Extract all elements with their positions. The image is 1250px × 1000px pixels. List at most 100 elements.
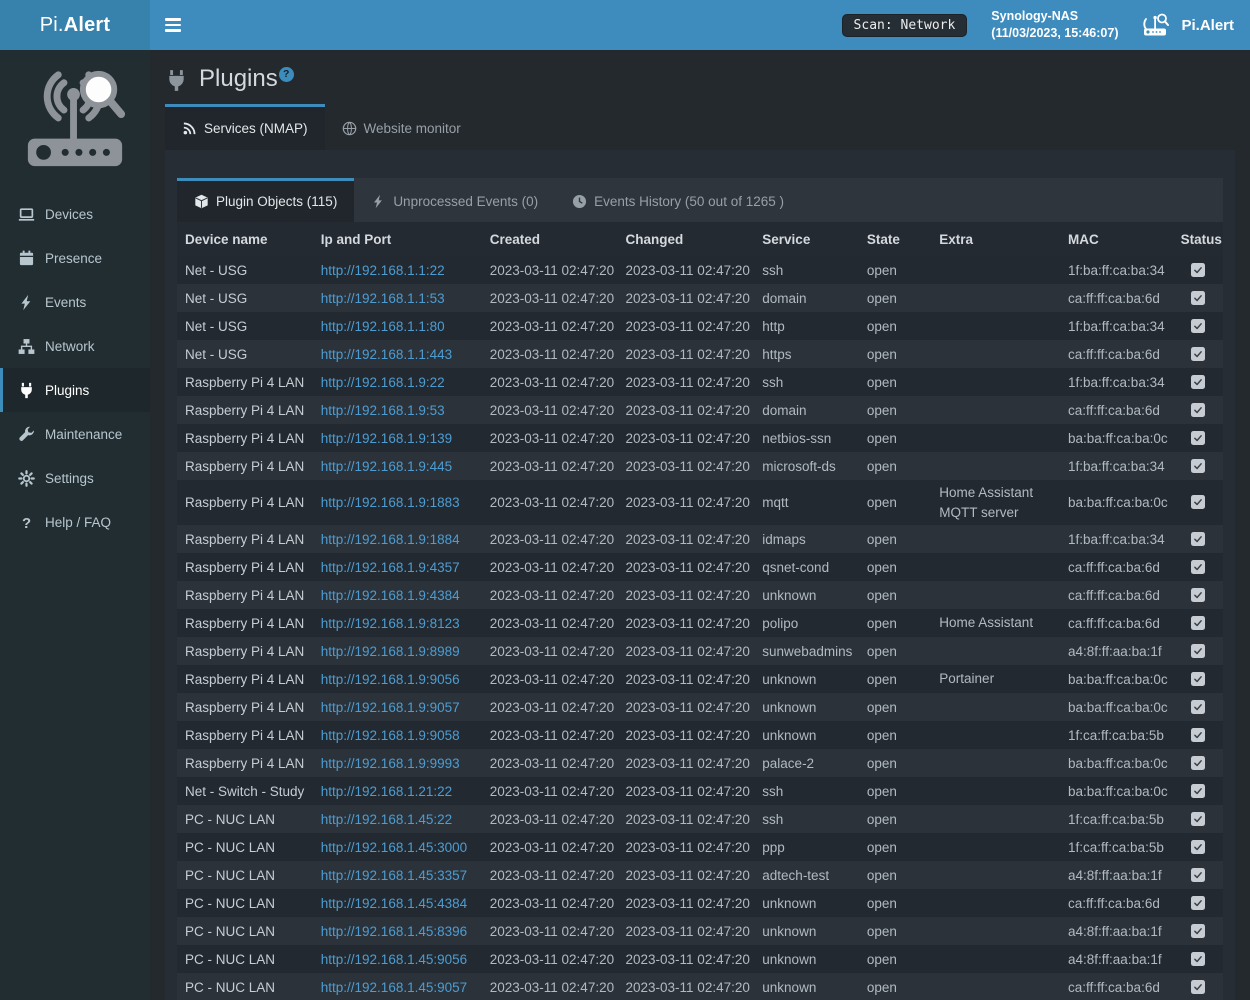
status-checkbox[interactable]	[1191, 672, 1205, 686]
status-checkbox[interactable]	[1191, 375, 1205, 389]
ip-port-link[interactable]: http://192.168.1.9:1883	[321, 495, 460, 510]
status-checkbox[interactable]	[1191, 291, 1205, 305]
status-checkbox[interactable]	[1191, 495, 1205, 509]
service-cell: adtech-test	[754, 861, 859, 889]
status-checkbox[interactable]	[1191, 403, 1205, 417]
ip-port-link[interactable]: http://192.168.1.9:22	[321, 375, 445, 390]
subtab-events-history-50-out-of-1265[interactable]: Events History (50 out of 1265 )	[555, 178, 801, 222]
subtab-unprocessed-events-0[interactable]: Unprocessed Events (0)	[354, 178, 555, 222]
tab-label: Website monitor	[364, 121, 461, 136]
ip-port-link[interactable]: http://192.168.1.9:139	[321, 431, 452, 446]
ip-port-link[interactable]: http://192.168.1.45:3357	[321, 868, 467, 883]
ip-port-link[interactable]: http://192.168.1.9:9058	[321, 728, 460, 743]
ip-port-link[interactable]: http://192.168.1.9:9057	[321, 700, 460, 715]
ip-port-link[interactable]: http://192.168.1.1:443	[321, 347, 452, 362]
page-title: Plugins?	[199, 62, 294, 96]
table-header-row: Device nameIp and PortCreatedChangedServ…	[177, 222, 1223, 256]
status-cell	[1173, 284, 1223, 312]
ip-port-link[interactable]: http://192.168.1.45:3000	[321, 840, 467, 855]
table-row: Raspberry Pi 4 LANhttp://192.168.1.9:905…	[177, 665, 1223, 693]
sidebar-item-presence[interactable]: Presence	[0, 236, 150, 280]
status-checkbox[interactable]	[1191, 896, 1205, 910]
changed-cell: 2023-03-11 02:47:20	[618, 581, 755, 609]
help-badge[interactable]: ?	[279, 67, 294, 82]
status-checkbox[interactable]	[1191, 952, 1205, 966]
ip-port-cell: http://192.168.1.21:22	[313, 777, 482, 805]
status-checkbox[interactable]	[1191, 263, 1205, 277]
sidebar-item-maintenance[interactable]: Maintenance	[0, 412, 150, 456]
service-cell: unknown	[754, 889, 859, 917]
status-checkbox[interactable]	[1191, 840, 1205, 854]
column-header-changed[interactable]: Changed	[618, 222, 755, 256]
status-checkbox[interactable]	[1191, 728, 1205, 742]
ip-port-link[interactable]: http://192.168.1.9:9993	[321, 756, 460, 771]
status-checkbox[interactable]	[1191, 700, 1205, 714]
table-row: Raspberry Pi 4 LANhttp://192.168.1.9:905…	[177, 721, 1223, 749]
status-checkbox[interactable]	[1191, 319, 1205, 333]
sidebar-item-settings[interactable]: Settings	[0, 456, 150, 500]
status-checkbox[interactable]	[1191, 616, 1205, 630]
status-checkbox[interactable]	[1191, 588, 1205, 602]
app-brand[interactable]: Pi.Alert	[1142, 13, 1234, 37]
ip-port-link[interactable]: http://192.168.1.9:53	[321, 403, 445, 418]
status-checkbox[interactable]	[1191, 980, 1205, 994]
status-checkbox[interactable]	[1191, 924, 1205, 938]
status-checkbox[interactable]	[1191, 784, 1205, 798]
column-header-extra[interactable]: Extra	[931, 222, 1060, 256]
ip-port-link[interactable]: http://192.168.1.1:80	[321, 319, 445, 334]
table-row: Net - USGhttp://192.168.1.1:802023-03-11…	[177, 312, 1223, 340]
sidebar-item-label: Network	[45, 339, 95, 354]
sidebar-item-network[interactable]: Network	[0, 324, 150, 368]
status-cell	[1173, 340, 1223, 368]
tab-services-nmap[interactable]: Services (NMAP)	[165, 104, 325, 150]
sidebar-item-plugins[interactable]: Plugins	[0, 368, 150, 412]
column-header-status[interactable]: Status	[1173, 222, 1223, 256]
status-checkbox[interactable]	[1191, 532, 1205, 546]
status-checkbox[interactable]	[1191, 459, 1205, 473]
sidebar-item-devices[interactable]: Devices	[0, 192, 150, 236]
mac-cell: a4:8f:ff:aa:ba:1f	[1060, 861, 1173, 889]
state-cell: open	[859, 284, 931, 312]
column-header-ip-and-port[interactable]: Ip and Port	[313, 222, 482, 256]
ip-port-link[interactable]: http://192.168.1.9:4357	[321, 560, 460, 575]
status-checkbox[interactable]	[1191, 347, 1205, 361]
status-checkbox[interactable]	[1191, 812, 1205, 826]
ip-port-link[interactable]: http://192.168.1.1:22	[321, 263, 445, 278]
column-header-device-name[interactable]: Device name	[177, 222, 313, 256]
ip-port-link[interactable]: http://192.168.1.45:9057	[321, 980, 467, 995]
ip-port-link[interactable]: http://192.168.1.21:22	[321, 784, 452, 799]
ip-port-link[interactable]: http://192.168.1.45:22	[321, 812, 452, 827]
gear-icon	[18, 470, 35, 487]
column-header-created[interactable]: Created	[482, 222, 618, 256]
created-cell: 2023-03-11 02:47:20	[482, 693, 618, 721]
ip-port-link[interactable]: http://192.168.1.9:9056	[321, 672, 460, 687]
sidebar-item-help-faq[interactable]: ?Help / FAQ	[0, 500, 150, 544]
ip-port-link[interactable]: http://192.168.1.45:4384	[321, 896, 467, 911]
ip-port-link[interactable]: http://192.168.1.9:4384	[321, 588, 460, 603]
changed-cell: 2023-03-11 02:47:20	[618, 805, 755, 833]
column-header-mac[interactable]: MAC	[1060, 222, 1173, 256]
status-checkbox[interactable]	[1191, 560, 1205, 574]
sidebar-item-events[interactable]: Events	[0, 280, 150, 324]
tab-website-monitor[interactable]: Website monitor	[325, 104, 478, 150]
ip-port-link[interactable]: http://192.168.1.45:9056	[321, 952, 467, 967]
plug-icon	[18, 382, 35, 399]
sidebar-toggle-icon[interactable]	[150, 0, 196, 50]
ip-port-link[interactable]: http://192.168.1.9:8989	[321, 644, 460, 659]
status-checkbox[interactable]	[1191, 756, 1205, 770]
status-checkbox[interactable]	[1191, 868, 1205, 882]
column-header-service[interactable]: Service	[754, 222, 859, 256]
changed-cell: 2023-03-11 02:47:20	[618, 777, 755, 805]
subtab-plugin-objects-115[interactable]: Plugin Objects (115)	[177, 178, 354, 222]
status-checkbox[interactable]	[1191, 644, 1205, 658]
service-cell: unknown	[754, 721, 859, 749]
status-cell	[1173, 945, 1223, 973]
brand-logo[interactable]: Pi.Alert	[0, 0, 150, 50]
column-header-state[interactable]: State	[859, 222, 931, 256]
ip-port-link[interactable]: http://192.168.1.9:8123	[321, 616, 460, 631]
status-checkbox[interactable]	[1191, 431, 1205, 445]
ip-port-link[interactable]: http://192.168.1.45:8396	[321, 924, 467, 939]
ip-port-link[interactable]: http://192.168.1.9:1884	[321, 532, 460, 547]
ip-port-link[interactable]: http://192.168.1.9:445	[321, 459, 452, 474]
ip-port-link[interactable]: http://192.168.1.1:53	[321, 291, 445, 306]
